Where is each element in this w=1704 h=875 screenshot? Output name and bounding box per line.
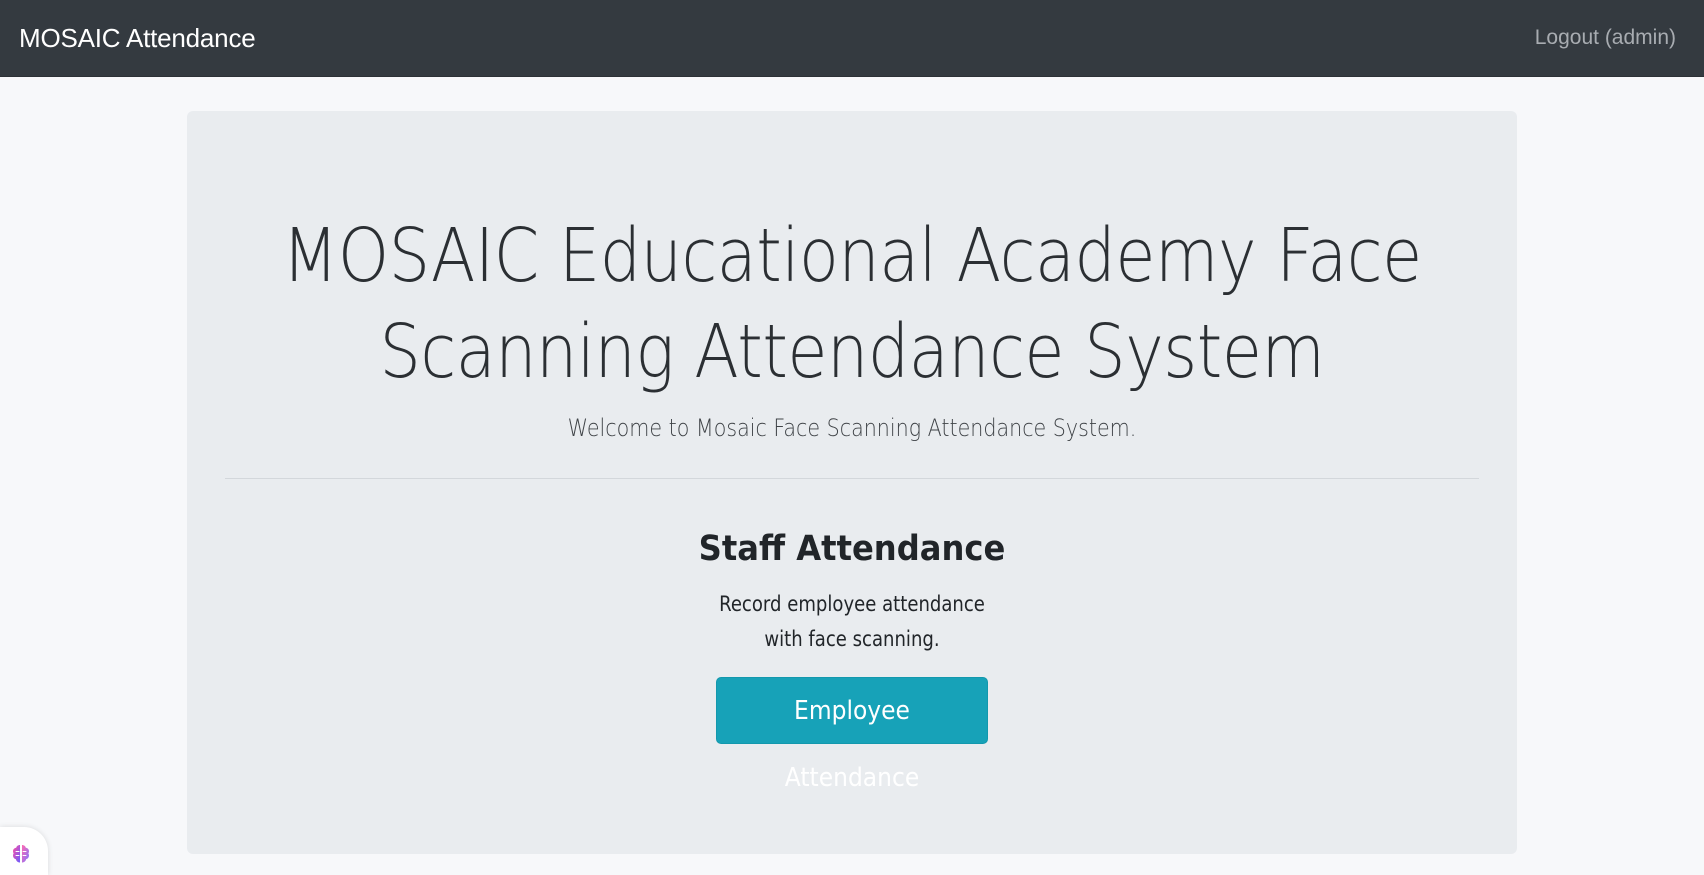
jumbotron: MOSAIC Educational Academy Face Scanning… — [187, 111, 1517, 854]
employee-attendance-button[interactable]: Employee Attendance — [716, 677, 988, 793]
section-title: Staff Attendance — [698, 529, 1006, 569]
brain-icon — [13, 845, 29, 863]
logout-link[interactable]: Logout (admin) — [1535, 26, 1676, 50]
divider — [225, 478, 1479, 479]
staff-attendance-section: Staff Attendance Record employee attenda… — [187, 529, 1517, 793]
welcome-text: Welcome to Mosaic Face Scanning Attendan… — [567, 414, 1137, 442]
navbar-brand[interactable]: MOSAIC Attendance — [19, 23, 256, 54]
page-body: MOSAIC Educational Academy Face Scanning… — [0, 77, 1704, 875]
assistant-widget-button[interactable] — [0, 827, 48, 875]
employee-attendance-button-label: Employee Attendance — [784, 696, 920, 793]
top-navbar: MOSAIC Attendance Logout (admin) — [0, 0, 1704, 77]
page-title: MOSAIC Educational Academy Face Scanning… — [282, 213, 1422, 395]
section-description: Record employee attendance with face sca… — [719, 592, 985, 651]
